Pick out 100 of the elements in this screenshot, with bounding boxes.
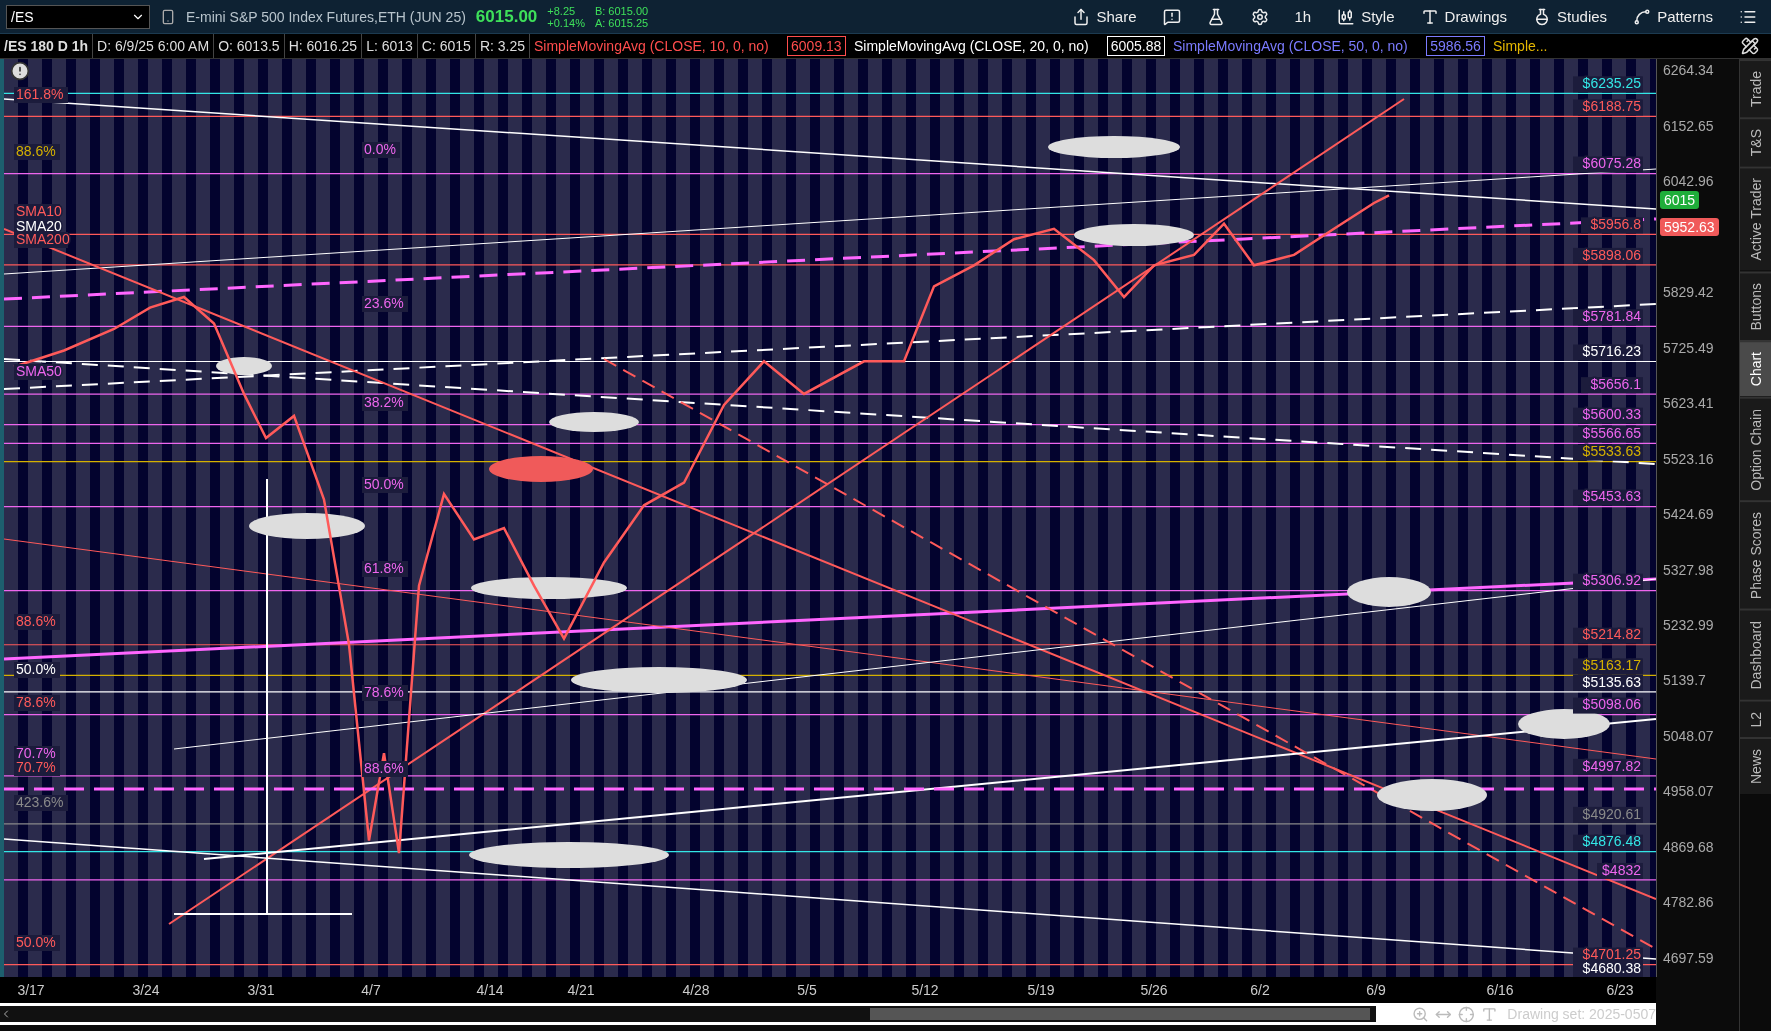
fib-label: 78.6% xyxy=(364,683,404,700)
price-badge: 5952.63 xyxy=(1660,218,1719,237)
level-label: $5716.23 xyxy=(1582,343,1641,360)
fib-label: 50.0% xyxy=(16,933,56,950)
study-value: 5986.56 xyxy=(1426,36,1485,56)
fib-label: 88.6% xyxy=(16,612,56,629)
date-label: 5/19 xyxy=(1027,982,1055,998)
date-label: 6/2 xyxy=(1250,982,1270,998)
level-label: $5214.82 xyxy=(1582,626,1641,643)
alert-icon xyxy=(1162,7,1181,26)
date-label: 4/14 xyxy=(476,982,504,998)
level-label: $5600.33 xyxy=(1582,406,1641,423)
date-label: 6/23 xyxy=(1606,982,1634,998)
side-tab[interactable]: Phase Scores xyxy=(1740,500,1771,610)
price-change: +8.25 xyxy=(547,4,577,17)
price-tick: 5725.49 xyxy=(1663,339,1714,356)
side-tab[interactable]: Chart xyxy=(1740,340,1771,397)
fib-label: SMA10 xyxy=(16,202,62,219)
level-label: $4832 xyxy=(1602,861,1641,878)
ask-price: A: 6015.25 xyxy=(594,16,649,29)
fib-label: SMA20 xyxy=(16,217,62,234)
price-tick: 4958.07 xyxy=(1663,783,1714,800)
bid-price: B: 6015.00 xyxy=(594,4,649,17)
timeframe-button[interactable]: 1h xyxy=(1286,5,1320,28)
text-icon xyxy=(1420,7,1439,26)
level-label: $5781.84 xyxy=(1582,308,1641,324)
ohlc-field: L: 6013 xyxy=(362,34,418,58)
share-button[interactable]: Share xyxy=(1064,4,1145,29)
date-label: 6/9 xyxy=(1366,982,1386,998)
fib-label: 88.6% xyxy=(364,759,404,776)
level-label: $5898.06 xyxy=(1582,246,1641,263)
share-icon xyxy=(1072,7,1091,26)
date-label: 4/21 xyxy=(567,982,595,998)
level-label: $4997.82 xyxy=(1582,757,1641,774)
ohlc-field: H: 6016.25 xyxy=(284,34,363,58)
level-label: $5656.1 xyxy=(1590,375,1641,392)
date-label: 5/5 xyxy=(797,982,817,998)
ohlc-field: C: 6015 xyxy=(417,34,476,58)
level-label: $5098.06 xyxy=(1582,696,1641,713)
price-tick: 5139.7 xyxy=(1663,672,1706,689)
study-value: 6005.88 xyxy=(1106,36,1166,56)
fib-label: 23.6% xyxy=(364,294,404,311)
side-tab[interactable]: Dashboard xyxy=(1740,609,1771,700)
price-tick: 4869.68 xyxy=(1663,839,1714,855)
patterns-button[interactable]: Patterns xyxy=(1625,4,1721,29)
fib-label: 78.6% xyxy=(16,693,56,710)
price-tick: 5048.07 xyxy=(1663,728,1714,744)
price-tick: 6152.65 xyxy=(1663,117,1714,134)
scrollbar[interactable] xyxy=(0,1006,1377,1022)
fib-label: SMA50 xyxy=(16,362,62,379)
side-tab[interactable]: Trade xyxy=(1740,59,1771,118)
study-name: SimpleMovingAvg (CLOSE, 10, 0, no) xyxy=(534,38,769,54)
date-label: 3/17 xyxy=(17,982,45,998)
symbol-field[interactable]: /ES xyxy=(6,4,150,29)
level-label: $6075.28 xyxy=(1582,155,1641,172)
style-button[interactable]: Style xyxy=(1329,4,1403,29)
fib-label: SMA200 xyxy=(16,230,70,247)
study-name: Simple... xyxy=(1492,38,1548,54)
study-name: SimpleMovingAvg (CLOSE, 20, 0, no) xyxy=(853,38,1089,54)
date-label: 3/24 xyxy=(132,982,160,998)
studies-button[interactable]: Studies xyxy=(1525,4,1616,29)
settings-icon xyxy=(1250,7,1269,26)
price-tick: 5623.41 xyxy=(1663,395,1714,411)
fib-label: 61.8% xyxy=(364,559,404,576)
fib-label: 161.8% xyxy=(16,85,64,102)
side-tab[interactable]: Buttons xyxy=(1740,270,1771,341)
price-badge: 6015 xyxy=(1660,191,1700,210)
price-tick: 4697.59 xyxy=(1663,950,1714,966)
date-label: 5/26 xyxy=(1140,982,1168,998)
level-label: $5163.17 xyxy=(1582,657,1641,674)
fib-label: 50.0% xyxy=(364,475,404,492)
fib-label: 38.2% xyxy=(364,393,404,410)
date-label: 4/7 xyxy=(361,982,381,998)
phone-icon[interactable] xyxy=(160,8,176,25)
price-tick: 5523.16 xyxy=(1663,450,1714,467)
study-value: 6009.13 xyxy=(787,36,846,56)
level-label: $4876.48 xyxy=(1582,833,1641,850)
last-price: 6015.00 xyxy=(475,6,538,27)
price-tick: 4782.86 xyxy=(1663,894,1714,911)
side-tab[interactable]: L2 xyxy=(1740,699,1771,738)
drawing-tool-icon[interactable] xyxy=(1741,37,1759,55)
level-label: $4701.25 xyxy=(1582,946,1641,963)
fib-label: 423.6% xyxy=(16,793,64,810)
fib-label: 0.0% xyxy=(364,140,396,157)
alert-icon[interactable] xyxy=(10,61,30,81)
price-tick: 6042.96 xyxy=(1663,173,1714,189)
ohlc-field: D: 6/9/25 6:00 AM xyxy=(93,34,215,58)
level-label: $6235.25 xyxy=(1582,75,1641,92)
side-tab[interactable]: T&S xyxy=(1740,117,1771,167)
level-label: $6188.75 xyxy=(1582,98,1641,115)
flask-icon xyxy=(1206,7,1225,26)
side-tab[interactable]: News xyxy=(1740,737,1771,795)
side-tab[interactable]: Active Trader xyxy=(1740,166,1771,271)
ohlc-field: R: 3.25 xyxy=(475,34,531,58)
side-tab[interactable]: Option Chain xyxy=(1740,396,1771,501)
chart-title: /ES 180 D 1h xyxy=(0,34,94,58)
level-label: $4680.38 xyxy=(1582,960,1641,977)
price-tick: 5829.42 xyxy=(1663,284,1714,300)
drawings-button[interactable]: Drawings xyxy=(1412,4,1516,29)
level-label: $5453.63 xyxy=(1582,488,1641,505)
